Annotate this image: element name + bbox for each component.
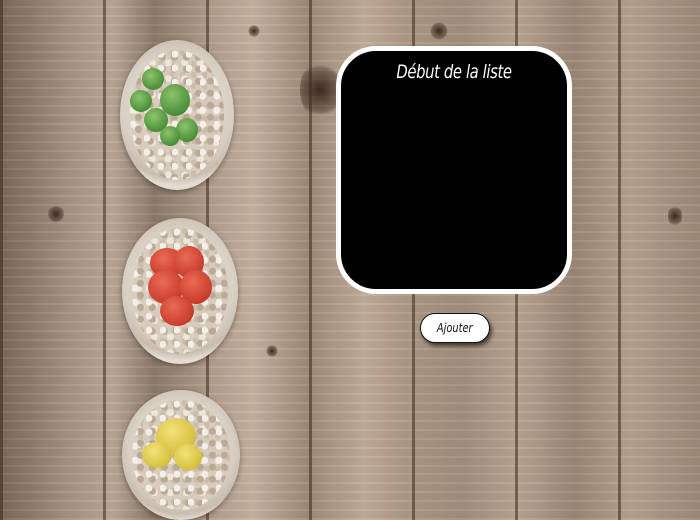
green-cactus-pot bbox=[120, 40, 234, 190]
wood-knot bbox=[266, 345, 278, 357]
list-panel: Début de la liste bbox=[336, 46, 572, 294]
wood-knot bbox=[300, 60, 340, 120]
cactus-blob bbox=[142, 442, 172, 468]
wood-knot bbox=[668, 205, 682, 227]
wood-knot bbox=[430, 22, 448, 40]
cactus-blob bbox=[130, 90, 152, 112]
add-button[interactable]: Ajouter bbox=[420, 313, 490, 343]
cactus-blob bbox=[174, 444, 202, 470]
cactus-blob bbox=[142, 68, 164, 90]
cactus-blob bbox=[160, 126, 180, 146]
add-button-label: Ajouter bbox=[437, 321, 473, 335]
wood-knot bbox=[48, 205, 64, 223]
wood-knot bbox=[248, 25, 260, 37]
list-title: Début de la liste bbox=[396, 61, 512, 83]
red-cactus-pot bbox=[122, 218, 238, 364]
cactus-blob bbox=[160, 296, 194, 326]
yellow-cactus-pot bbox=[122, 390, 240, 520]
